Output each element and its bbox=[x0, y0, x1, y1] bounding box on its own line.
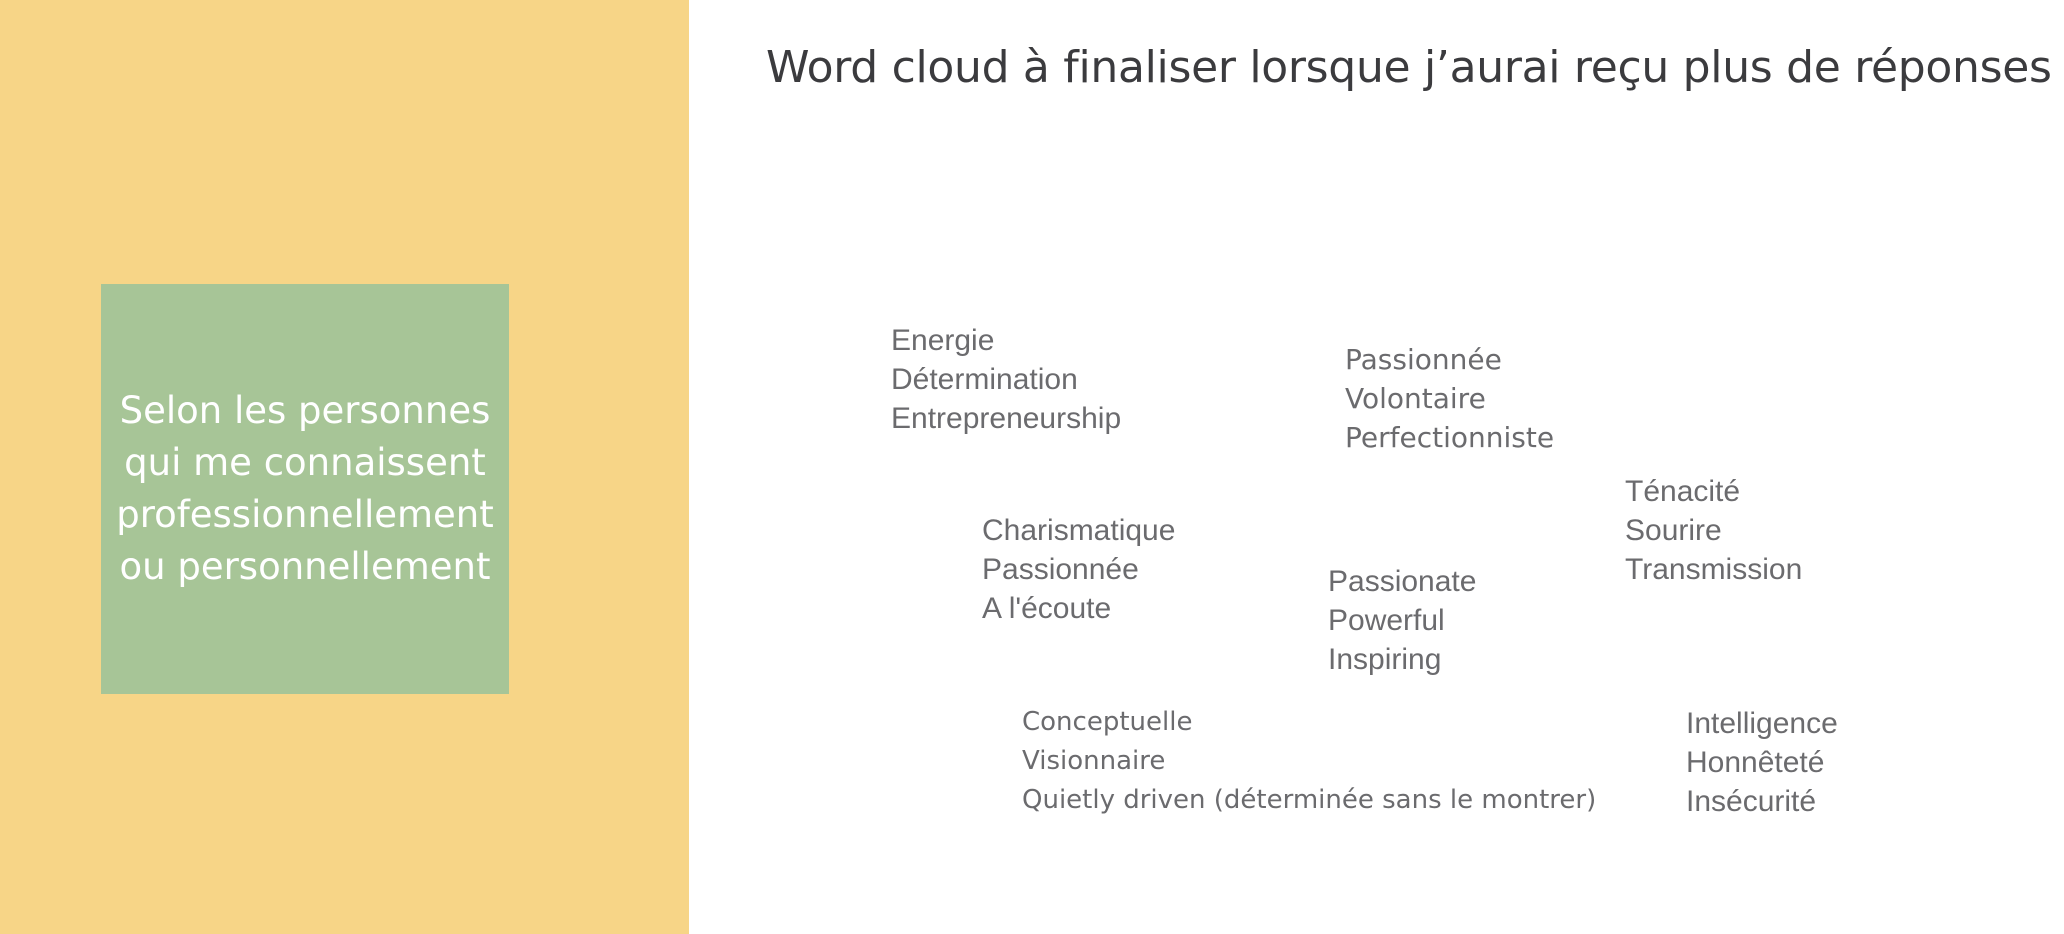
word-item: Passionate bbox=[1328, 565, 1477, 598]
word-item: Quietly driven (déterminée sans le montr… bbox=[1022, 785, 1597, 815]
word-group-1: Energie Détermination Entrepreneurship bbox=[891, 321, 1121, 438]
word-item: Conceptuelle bbox=[1022, 707, 1193, 737]
word-item: Honnêteté bbox=[1686, 746, 1825, 779]
slide-title: Word cloud à finaliser lorsque j’aurai r… bbox=[766, 42, 2052, 93]
word-group-7: Intelligence Honnêteté Insécurité bbox=[1686, 704, 1838, 821]
word-item: Insécurité bbox=[1686, 785, 1817, 818]
word-item: Charismatique bbox=[982, 514, 1176, 547]
word-group-6: Conceptuelle Visionnaire Quietly driven … bbox=[1022, 703, 1596, 820]
word-item: Energie bbox=[891, 324, 995, 357]
word-item: Détermination bbox=[891, 363, 1078, 396]
word-group-4: Passionate Powerful Inspiring bbox=[1328, 562, 1476, 679]
word-item: Passionnée bbox=[1345, 343, 1502, 376]
word-item: Volontaire bbox=[1345, 382, 1486, 415]
word-group-5: Ténacité Sourire Transmission bbox=[1625, 472, 1802, 589]
left-panel: Selon les personnes qui me connaissent p… bbox=[0, 0, 689, 934]
word-item: A l'écoute bbox=[982, 592, 1112, 625]
word-item: Passionnée bbox=[982, 553, 1139, 586]
word-item: Transmission bbox=[1625, 553, 1803, 586]
word-item: Entrepreneurship bbox=[891, 402, 1122, 435]
audience-description-text: Selon les personnes qui me connaissent p… bbox=[116, 389, 494, 588]
word-item: Powerful bbox=[1328, 604, 1445, 637]
word-item: Intelligence bbox=[1686, 707, 1838, 740]
word-group-2: Passionnée Volontaire Perfectionniste bbox=[1345, 340, 1554, 457]
word-item: Perfectionniste bbox=[1345, 421, 1555, 454]
word-group-3: Charismatique Passionnée A l'écoute bbox=[982, 511, 1175, 628]
audience-description-box: Selon les personnes qui me connaissent p… bbox=[101, 284, 509, 694]
word-item: Ténacité bbox=[1625, 475, 1741, 508]
word-item: Visionnaire bbox=[1022, 746, 1166, 776]
word-item: Sourire bbox=[1625, 514, 1722, 547]
word-item: Inspiring bbox=[1328, 643, 1442, 676]
